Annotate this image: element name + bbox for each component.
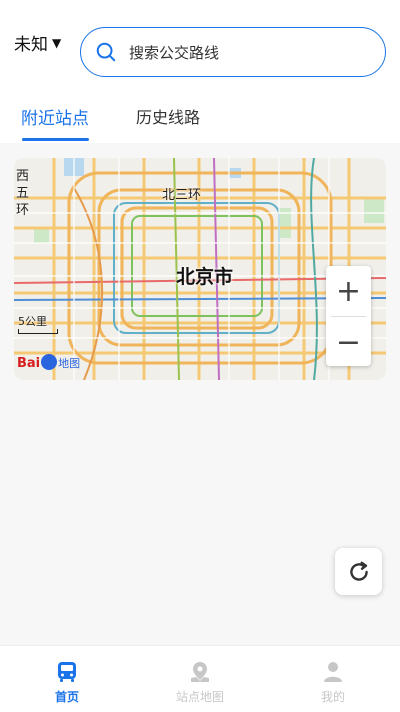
nav-home[interactable]: 首页 (27, 660, 107, 705)
nav-mine-label: 我的 (320, 690, 345, 704)
refresh-button[interactable] (335, 548, 382, 595)
nav-mine[interactable]: 我的 (293, 660, 373, 705)
scale-label: 5公里 (18, 315, 47, 328)
tab-bar: 附近站点 历史线路 (0, 100, 400, 143)
bottom-nav: 首页 站点地图 我的 (0, 645, 400, 712)
header: 未知 ▼ 搜索公交路线 附近站点 历史线路 (0, 0, 400, 143)
map-label-city: 北京市 (176, 266, 234, 288)
zoom-out-button[interactable]: − (326, 317, 371, 367)
paw-icon (41, 354, 58, 370)
search-placeholder: 搜索公交路线 (129, 43, 220, 62)
tab-history-routes[interactable]: 历史线路 (136, 104, 200, 128)
map-label-north-ring: 北三环 (162, 188, 202, 203)
refresh-icon (349, 561, 368, 581)
city-label: 未知 (14, 35, 48, 55)
nav-station-map-label: 站点地图 (175, 690, 224, 704)
logo-map-text: 地图 (58, 357, 81, 370)
search-input[interactable]: 搜索公交路线 (80, 27, 386, 77)
bus-icon (58, 662, 76, 682)
active-tab-indicator (22, 138, 89, 141)
search-icon (96, 42, 116, 62)
zoom-in-button[interactable]: + (326, 266, 371, 316)
map-view[interactable]: 西五环 北三环 北京市 5公里 Bai 地图 + − (14, 158, 386, 380)
map-label-west-ring: 西五环 (16, 169, 30, 218)
user-icon (324, 662, 342, 682)
caret-down-icon: ▼ (52, 35, 62, 50)
nav-station-map[interactable]: 站点地图 (160, 660, 240, 705)
tab-nearby-stops[interactable]: 附近站点 (21, 104, 89, 129)
app-root: 未知 ▼ 搜索公交路线 附近站点 历史线路 西五环 北三环 北京市 5公里 Ba… (0, 0, 400, 712)
baidu-map-logo: Bai 地图 (17, 354, 80, 371)
logo-text: Bai (17, 356, 41, 371)
map-scale: 5公里 (18, 313, 58, 334)
nav-home-label: 首页 (54, 690, 79, 704)
city-selector[interactable]: 未知 ▼ (14, 30, 61, 55)
zoom-control: + − (326, 266, 371, 366)
scale-bar (18, 329, 58, 334)
map-pin-icon (191, 662, 209, 682)
